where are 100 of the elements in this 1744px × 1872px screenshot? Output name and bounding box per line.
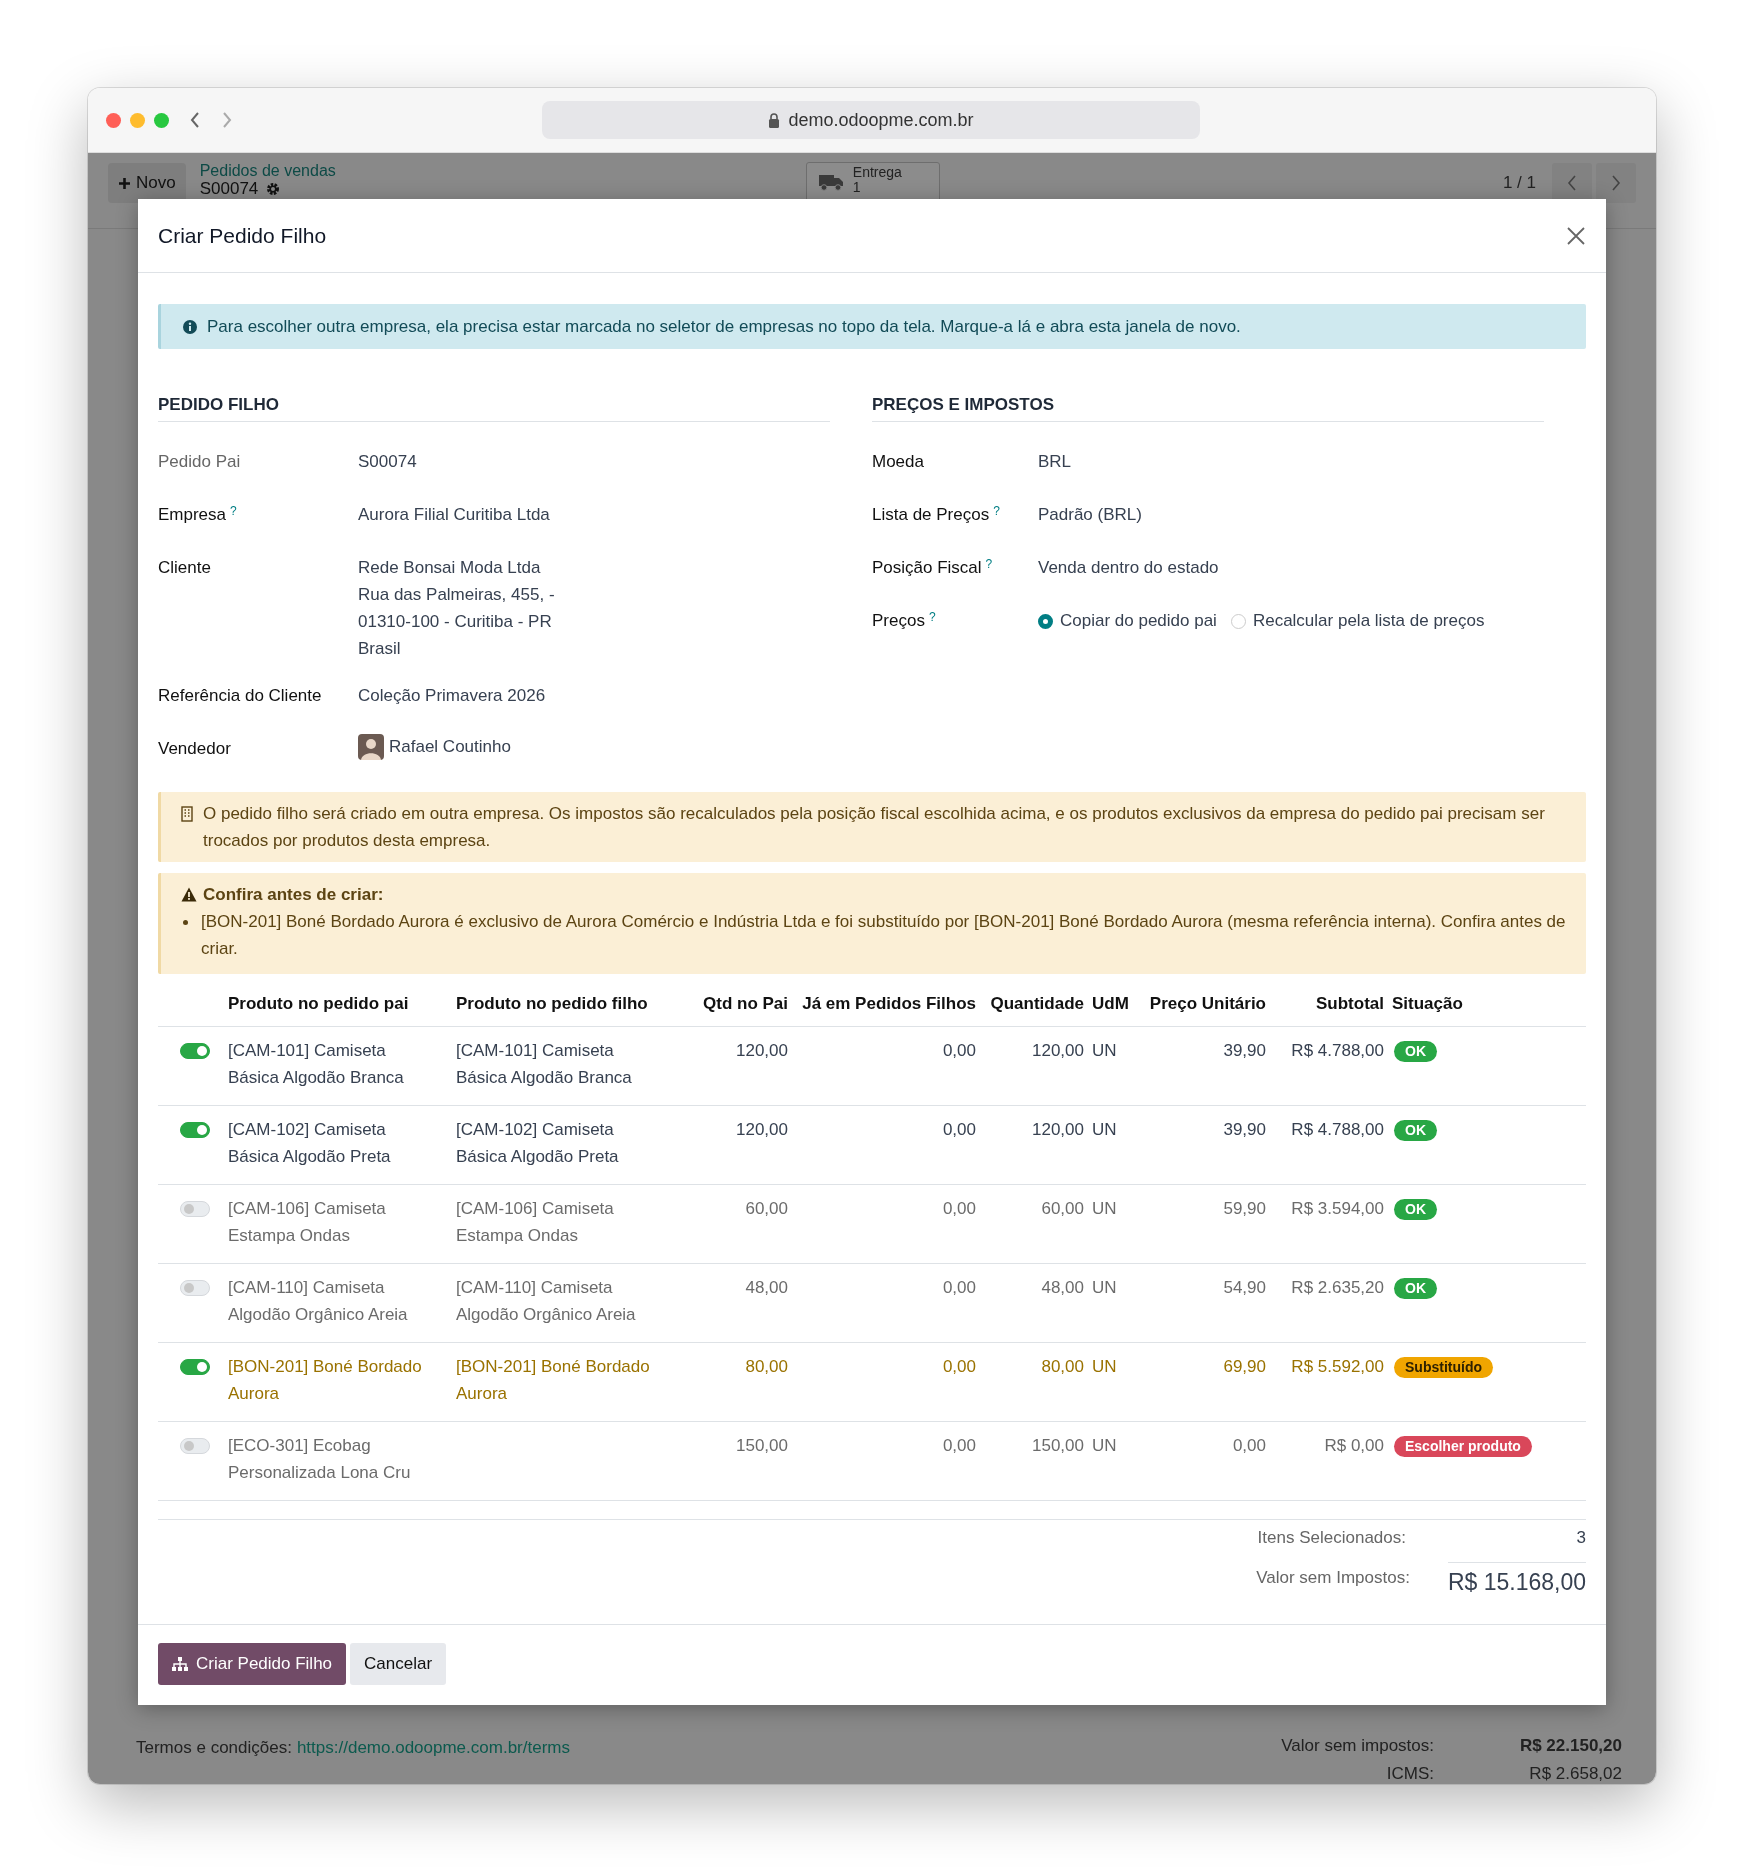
address-line: 01310-100 - Curitiba - PR — [358, 611, 553, 633]
table-cell: 80,00 — [980, 1342, 1088, 1422]
plus-icon — [118, 176, 131, 190]
warning-icon — [181, 887, 197, 902]
table-cell: 0,00 — [1142, 1421, 1270, 1501]
table-cell: 39,90 — [1142, 1105, 1270, 1185]
help-tooltip[interactable]: ? — [928, 611, 936, 623]
table-cell: [BON-201] Boné Bordado Aurora — [452, 1342, 682, 1422]
field-label: Pedido Pai — [158, 452, 241, 472]
table-cell: 0,00 — [792, 1026, 980, 1106]
next-record-button[interactable] — [1596, 163, 1636, 203]
field-value: Padrão (BRL) — [1038, 505, 1142, 524]
price-option-radio[interactable]: Recalcular pela lista de preços — [1230, 611, 1485, 631]
status-badge: OK — [1394, 1278, 1437, 1299]
breadcrumb-link[interactable]: Pedidos de vendas — [199, 162, 336, 180]
table-cell: [CAM-101] Camiseta Básica Algodão Branca — [224, 1026, 452, 1106]
lock-icon — [768, 112, 781, 128]
cancel-button[interactable]: Cancelar — [350, 1643, 447, 1685]
field-value: BRL — [1038, 452, 1072, 471]
table-cell: [CAM-101] Camiseta Básica Algodão Branca — [452, 1026, 682, 1106]
field-label: Referência do Cliente — [158, 686, 322, 706]
hierarchy-icon — [172, 1657, 188, 1671]
table-cell: R$ 4.788,00 — [1270, 1105, 1388, 1185]
chevron-right-icon[interactable] — [1611, 175, 1621, 191]
warning-title: Confira antes de criar: — [203, 884, 384, 906]
back-icon[interactable] — [189, 111, 201, 129]
column-header: Já em Pedidos Filhos — [792, 978, 980, 1027]
table-cell: 0,00 — [792, 1421, 980, 1501]
table-cell: 150,00 — [682, 1421, 792, 1501]
forward-icon[interactable] — [221, 111, 233, 129]
table-cell: 0,00 — [792, 1263, 980, 1343]
table-cell: 0,00 — [792, 1184, 980, 1264]
field-value: Venda dentro do estado — [1038, 558, 1219, 577]
building-icon — [181, 806, 193, 822]
help-tooltip[interactable]: ? — [993, 505, 1000, 517]
include-toggle[interactable] — [180, 1359, 210, 1375]
new-button[interactable]: Novo — [108, 163, 186, 203]
table-cell: 48,00 — [980, 1263, 1088, 1343]
table-cell: 60,00 — [682, 1184, 792, 1264]
total-value: R$ 22.150,20 — [1518, 1736, 1622, 1756]
table-cell: [BON-201] Boné Bordado Aurora — [224, 1342, 452, 1422]
column-header: UdM — [1088, 978, 1142, 1027]
gear-icon[interactable] — [266, 182, 281, 196]
include-toggle[interactable] — [180, 1122, 210, 1138]
table-cell: [CAM-106] Camiseta Estampa Ondas — [224, 1184, 452, 1264]
table-cell: 0,00 — [792, 1105, 980, 1185]
summary-label: Valor sem Impostos: — [1256, 1567, 1410, 1588]
field-value: Aurora Filial Curitiba Ltda — [358, 505, 550, 524]
section-title: PREÇOS E IMPOSTOS — [872, 395, 1544, 422]
table-cell: 69,90 — [1142, 1342, 1270, 1422]
create-button[interactable]: Criar Pedido Filho — [158, 1643, 347, 1685]
total-label: Valor sem impostos: — [1280, 1736, 1434, 1756]
column-header: Preço Unitário — [1142, 978, 1270, 1027]
maximize-window-icon[interactable] — [154, 112, 169, 128]
table-cell: 54,90 — [1142, 1263, 1270, 1343]
table-cell: R$ 4.788,00 — [1270, 1026, 1388, 1106]
column-header: Situação — [1388, 978, 1586, 1027]
close-icon[interactable] — [1566, 225, 1586, 246]
table-cell: 48,00 — [682, 1263, 792, 1343]
table-cell: R$ 5.592,00 — [1270, 1342, 1388, 1422]
chevron-left-icon[interactable] — [1567, 175, 1577, 191]
table-cell: 60,00 — [980, 1184, 1088, 1264]
table-cell: UN — [1088, 1342, 1142, 1422]
address-line: Rua das Palmeiras, 455, - — [358, 584, 555, 606]
table-cell: [CAM-110] Camiseta Algodão Orgânico Areia — [224, 1263, 452, 1343]
summary-label: Itens Selecionados: — [1257, 1528, 1406, 1548]
help-tooltip[interactable]: ? — [230, 505, 237, 517]
table-cell: [CAM-106] Camiseta Estampa Ondas — [452, 1184, 682, 1264]
table-cell: 120,00 — [682, 1026, 792, 1106]
avatar-icon — [358, 734, 384, 760]
table-cell: R$ 0,00 — [1270, 1421, 1388, 1501]
table-cell: UN — [1088, 1105, 1142, 1185]
table-cell: [CAM-102] Camiseta Básica Algodão Preta — [452, 1105, 682, 1185]
address-bar[interactable]: demo.odoopme.com.br — [542, 101, 1200, 139]
column-header: Quantidade — [980, 978, 1088, 1027]
table-cell: UN — [1088, 1026, 1142, 1106]
info-text: Para escolher outra empresa, ela precisa estar marcada no seletor de empresas no topo da tela. Marque-a lá e abra esta janela de novo. — [207, 316, 1241, 338]
status-badge: OK — [1394, 1120, 1437, 1141]
table-cell: 0,00 — [792, 1342, 980, 1422]
dialog-title: Criar Pedido Filho — [158, 223, 327, 248]
field-label: Moeda — [872, 452, 924, 472]
total-label: ICMS: — [1385, 1764, 1434, 1784]
column-header: Produto no pedido pai — [224, 978, 452, 1027]
status-badge: Escolher produto — [1394, 1436, 1532, 1457]
column-header: Qtd no Pai — [682, 978, 792, 1027]
minimize-window-icon[interactable] — [130, 112, 145, 128]
close-window-icon[interactable] — [106, 112, 121, 128]
price-option-radio[interactable]: Copiar do pedido pai — [1038, 611, 1217, 631]
help-tooltip[interactable]: ? — [985, 558, 993, 570]
table-cell: UN — [1088, 1263, 1142, 1343]
field-value: S00074 — [358, 452, 417, 471]
table-cell: R$ 2.635,20 — [1270, 1263, 1388, 1343]
table-cell: UN — [1088, 1421, 1142, 1501]
include-toggle[interactable] — [180, 1043, 210, 1059]
table-cell: [CAM-110] Camiseta Algodão Orgânico Areia — [452, 1263, 682, 1343]
field-value: Coleção Primavera 2026 — [358, 686, 546, 705]
section-title: PEDIDO FILHO — [158, 395, 830, 422]
field-label: Lista de Preços — [872, 505, 990, 525]
field-label: Preços — [872, 611, 925, 631]
field-label: Vendedor — [158, 739, 231, 759]
